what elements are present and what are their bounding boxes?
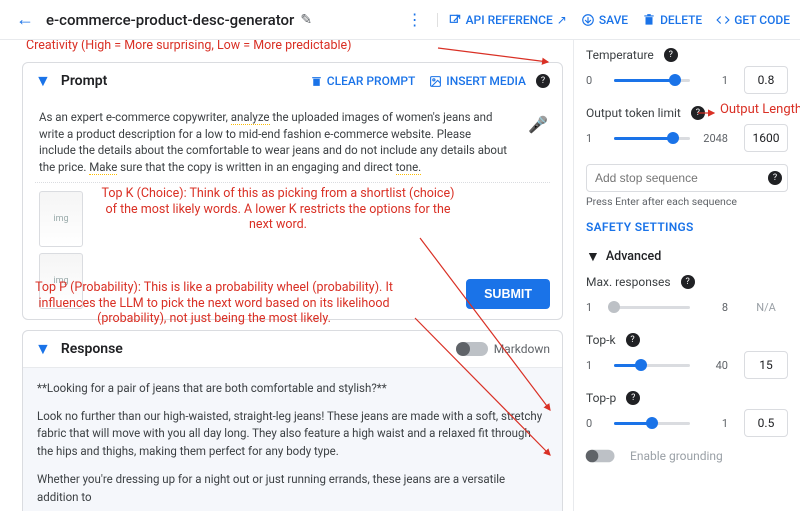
- api-reference-label: API REFERENCE: [466, 13, 553, 27]
- more-menu-icon[interactable]: ⋮: [407, 10, 423, 29]
- help-icon[interactable]: ?: [626, 333, 640, 347]
- safety-settings-link[interactable]: SAFETY SETTINGS: [586, 220, 788, 234]
- temperature-slider[interactable]: [614, 79, 690, 82]
- markdown-label: Markdown: [494, 342, 550, 356]
- stop-sequence-hint: Press Enter after each sequence: [586, 195, 788, 208]
- topk-label: Top-k: [586, 333, 616, 347]
- left-pane: Creativity (High = More surprising, Low …: [0, 40, 573, 511]
- image-thumbnail[interactable]: img: [39, 191, 83, 247]
- delete-button[interactable]: DELETE: [642, 13, 702, 27]
- help-icon[interactable]: ?: [768, 171, 782, 185]
- response-line: Whether you're dressing up for a night o…: [37, 471, 548, 507]
- response-title: Response: [61, 341, 123, 357]
- enable-grounding-row: Enable grounding: [586, 449, 788, 463]
- get-code-button[interactable]: GET CODE: [716, 13, 790, 27]
- output-token-value[interactable]: 1600: [744, 124, 788, 152]
- prompt-card-header: ▼ Prompt CLEAR PROMPT INSERT MEDIA ?: [23, 63, 562, 99]
- help-icon[interactable]: ?: [536, 74, 550, 88]
- header-actions: ⋮ API REFERENCE ↗ SAVE DELETE GET CODE: [407, 10, 790, 29]
- clear-prompt-button[interactable]: CLEAR PROMPT: [310, 74, 416, 88]
- prompt-title: Prompt: [61, 73, 108, 89]
- back-arrow-icon[interactable]: ←: [10, 5, 40, 34]
- anno-creativity: Creativity (High = More surprising, Low …: [26, 40, 446, 54]
- prompt-textarea[interactable]: As an expert e-commerce copywriter, anal…: [35, 103, 550, 183]
- response-line: **Looking for a pair of jeans that are b…: [37, 380, 548, 398]
- image-thumbnail[interactable]: img: [39, 253, 83, 309]
- topk-slider[interactable]: [614, 364, 690, 367]
- max-responses-label: Max. responses: [586, 275, 671, 289]
- help-icon[interactable]: ?: [691, 106, 705, 120]
- temperature-value[interactable]: 0.8: [744, 66, 788, 94]
- settings-panel: Temperature? 0 1 0.8 Output token limit?…: [573, 40, 800, 511]
- temperature-label: Temperature: [586, 48, 654, 62]
- response-line: Look no further than our high-waisted, s…: [37, 408, 548, 461]
- response-card: ▼ Response Markdown **Looking for a pair…: [22, 330, 563, 511]
- output-token-slider[interactable]: [614, 137, 690, 140]
- topk-value[interactable]: 15: [744, 351, 788, 379]
- topp-slider[interactable]: [614, 422, 690, 425]
- header-bar: ← e-commerce-product-desc-generator ✎ ⋮ …: [0, 0, 800, 40]
- api-reference-link[interactable]: API REFERENCE ↗: [437, 13, 567, 27]
- topp-label: Top-p: [586, 391, 616, 405]
- stop-sequence-input[interactable]: [586, 164, 788, 192]
- save-button[interactable]: SAVE: [581, 13, 628, 27]
- chevron-down-icon[interactable]: ▼: [35, 339, 51, 359]
- max-responses-value: N/A: [744, 293, 788, 321]
- external-link-icon: ↗: [557, 13, 567, 27]
- prompt-card: ▼ Prompt CLEAR PROMPT INSERT MEDIA ? 🎤 A…: [22, 62, 563, 320]
- response-card-header: ▼ Response Markdown: [23, 331, 562, 368]
- response-body: **Looking for a pair of jeans that are b…: [23, 368, 562, 511]
- advanced-toggle[interactable]: ▼Advanced: [586, 248, 788, 265]
- help-icon[interactable]: ?: [681, 275, 695, 289]
- help-icon[interactable]: ?: [664, 48, 678, 62]
- max-responses-slider[interactable]: [614, 306, 690, 309]
- edit-title-icon[interactable]: ✎: [300, 12, 312, 28]
- chevron-down-icon[interactable]: ▼: [35, 71, 51, 91]
- topp-value[interactable]: 0.5: [744, 409, 788, 437]
- output-token-label: Output token limit: [586, 106, 681, 120]
- markdown-toggle[interactable]: [458, 342, 488, 356]
- microphone-icon[interactable]: 🎤: [528, 115, 548, 134]
- grounding-toggle[interactable]: [588, 450, 615, 463]
- insert-media-button[interactable]: INSERT MEDIA: [429, 74, 526, 88]
- project-title: e-commerce-product-desc-generator: [46, 11, 294, 29]
- submit-button[interactable]: SUBMIT: [466, 279, 550, 309]
- help-icon[interactable]: ?: [626, 391, 640, 405]
- grounding-label: Enable grounding: [630, 449, 723, 463]
